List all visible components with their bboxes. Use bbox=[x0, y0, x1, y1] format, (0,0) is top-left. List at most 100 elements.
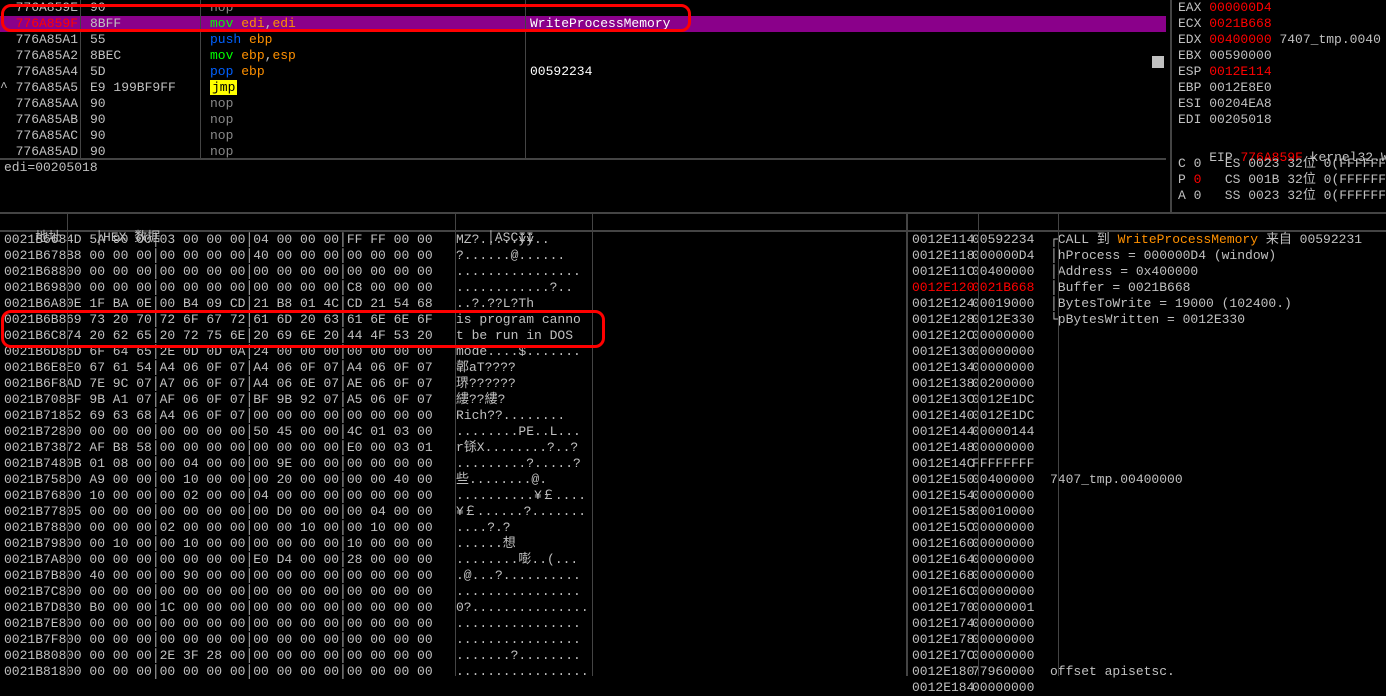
hexdump-row[interactable]: 0021B758D0 A9 00 00│00 10 00 00│00 20 00… bbox=[0, 472, 906, 488]
stack-row[interactable]: 0012E12C00000000 bbox=[908, 328, 1386, 344]
stack-row[interactable]: 0012E15800010000 bbox=[908, 504, 1386, 520]
hex-bytes: 69 73 20 70│72 6F 67 72│61 6D 20 63│61 6… bbox=[66, 312, 456, 328]
hexdump-row[interactable]: 0021B6E8E0 67 61 54│A4 06 0F 07│A4 06 0F… bbox=[0, 360, 906, 376]
stack-row[interactable]: 0012E1400012E1DC bbox=[908, 408, 1386, 424]
stack-addr: 0012E160 bbox=[908, 536, 972, 552]
stack-row[interactable]: 0012E13C0012E1DC bbox=[908, 392, 1386, 408]
hexdump-row[interactable]: 0021B7D830 B0 00 00│1C 00 00 00│00 00 00… bbox=[0, 600, 906, 616]
hexdump-row[interactable]: 0021B7A800 00 00 00│00 00 00 00│E0 D4 00… bbox=[0, 552, 906, 568]
stack-row[interactable]: 0012E16400000000 bbox=[908, 552, 1386, 568]
register-eip[interactable]: EIP 776A859F kernel32.Writ bbox=[1172, 134, 1386, 150]
hexdump-row[interactable]: 0021B72800 00 00 00│00 00 00 00│50 45 00… bbox=[0, 424, 906, 440]
hexdump-row[interactable]: 0021B78800 00 00 00│02 00 00 00│00 00 10… bbox=[0, 520, 906, 536]
hexdump-row[interactable]: 0021B7F800 00 00 00│00 00 00 00│00 00 00… bbox=[0, 632, 906, 648]
hexdump-row[interactable]: 0021B76800 10 00 00│00 02 00 00│04 00 00… bbox=[0, 488, 906, 504]
stack-addr: 0012E16C bbox=[908, 584, 972, 600]
stack-row[interactable]: 0012E118000000D4│hProcess = 000000D4 (wi… bbox=[908, 248, 1386, 264]
disasm-row[interactable]: 776A859E90nop bbox=[0, 0, 1166, 16]
hex-bytes: 6D 6F 64 65│2E 0D 0D 0A│24 00 00 00│00 0… bbox=[66, 344, 456, 360]
hexdump-row[interactable]: 0021B77805 00 00 00│00 00 00 00│00 D0 00… bbox=[0, 504, 906, 520]
disasm-row[interactable]: 776A85AD90nop bbox=[0, 144, 1166, 160]
hexdump-row[interactable]: 0021B7E800 00 00 00│00 00 00 00│00 00 00… bbox=[0, 616, 906, 632]
stack-row[interactable]: 0012E12400019000│BytesToWrite = 19000 (1… bbox=[908, 296, 1386, 312]
hexdump-row[interactable]: 0021B71852 69 63 68│A4 06 0F 07│00 00 00… bbox=[0, 408, 906, 424]
stack-row[interactable]: 0012E17400000000 bbox=[908, 616, 1386, 632]
hexdump-row[interactable]: 0021B7480B 01 08 00│00 04 00 00│00 9E 00… bbox=[0, 456, 906, 472]
hex-addr: 0021B708 bbox=[4, 392, 66, 408]
hexdump-pane[interactable]: 地址│HEX 数据│ASCII 0021B6684D 5A 90 00│03 0… bbox=[0, 212, 906, 676]
stack-value: 00000000 bbox=[972, 328, 1050, 344]
stack-row[interactable]: 0012E15400000000 bbox=[908, 488, 1386, 504]
stack-row[interactable]: 0012E11400592234┌CALL 到 WriteProcessMemo… bbox=[908, 232, 1386, 248]
stack-row[interactable]: 0012E11C00400000│Address = 0x400000 bbox=[908, 264, 1386, 280]
cpu-flag-row[interactable]: A 0 SS 0023 32位 0(FFFFFF bbox=[1172, 188, 1386, 204]
stack-row[interactable]: 0012E1200021B668│Buffer = 0021B668 bbox=[908, 280, 1386, 296]
disassembly-pane[interactable]: 776A859E90nop 776A859F8BFFmov edi,ediWri… bbox=[0, 0, 1166, 160]
hexdump-row[interactable]: 0021B678B8 00 00 00│00 00 00 00│40 00 00… bbox=[0, 248, 906, 264]
hex-addr: 0021B818 bbox=[4, 664, 66, 680]
disasm-row[interactable]: 776A85AB90nop bbox=[0, 112, 1166, 128]
hexdump-row[interactable]: 0021B69800 00 00 00│00 00 00 00│00 00 00… bbox=[0, 280, 906, 296]
disasm-addr: 776A859E bbox=[0, 0, 90, 16]
cpu-flag-row[interactable]: C 0 ES 0023 32位 0(FFFFFF bbox=[1172, 156, 1386, 172]
hexdump-row[interactable]: 0021B6F8AD 7E 9C 07│A7 06 0F 07│A4 06 0E… bbox=[0, 376, 906, 392]
disasm-scrollbar[interactable] bbox=[1152, 0, 1164, 150]
register-ebp[interactable]: EBP 0012E8E0 bbox=[1172, 80, 1386, 96]
stack-row[interactable]: 0012E17C00000000 bbox=[908, 648, 1386, 664]
stack-addr: 0012E17C bbox=[908, 648, 972, 664]
disasm-row[interactable]: 776A85AC90nop bbox=[0, 128, 1166, 144]
stack-row[interactable]: 0012E16800000000 bbox=[908, 568, 1386, 584]
register-ebx[interactable]: EBX 00590000 bbox=[1172, 48, 1386, 64]
cpu-flag-row[interactable]: P 0 CS 001B 32位 0(FFFFFF bbox=[1172, 172, 1386, 188]
registers-pane[interactable]: EAX 000000D4ECX 0021B668EDX 00400000 740… bbox=[1170, 0, 1386, 212]
register-eax[interactable]: EAX 000000D4 bbox=[1172, 0, 1386, 16]
hexdump-row[interactable]: 0021B80800 00 00 00│2E 3F 28 00│00 00 00… bbox=[0, 648, 906, 664]
disasm-instruction: nop bbox=[210, 128, 530, 144]
stack-row[interactable]: 0012E17800000000 bbox=[908, 632, 1386, 648]
hex-bytes: 0E 1F BA 0E│00 B4 09 CD│21 B8 01 4C│CD 2… bbox=[66, 296, 456, 312]
stack-value: 00000144 bbox=[972, 424, 1050, 440]
disasm-row[interactable]: ^ 776A85A5E9 199BF9FFjmp bbox=[0, 80, 1166, 96]
disasm-row[interactable]: 776A859F8BFFmov edi,ediWriteProcessMemor… bbox=[0, 16, 1166, 32]
hexdump-row[interactable]: 0021B79800 00 10 00│00 10 00 00│00 00 00… bbox=[0, 536, 906, 552]
disasm-bytes: 5D bbox=[90, 64, 210, 80]
stack-row[interactable]: 0012E150004000007407_tmp.00400000 bbox=[908, 472, 1386, 488]
disasm-row[interactable]: 776A85A45Dpop ebp00592234 bbox=[0, 64, 1166, 80]
stack-pane[interactable]: 0012E11400592234┌CALL 到 WriteProcessMemo… bbox=[906, 212, 1386, 676]
stack-row[interactable]: 0012E16000000000 bbox=[908, 536, 1386, 552]
stack-row[interactable]: 0012E15C00000000 bbox=[908, 520, 1386, 536]
hexdump-row[interactable]: 0021B708BF 9B A1 07│AF 06 0F 07│BF 9B 92… bbox=[0, 392, 906, 408]
hexdump-row[interactable]: 0021B6B869 73 20 70│72 6F 67 72│61 6D 20… bbox=[0, 312, 906, 328]
register-edi[interactable]: EDI 00205018 bbox=[1172, 112, 1386, 128]
stack-value: 00000001 bbox=[972, 600, 1050, 616]
stack-row[interactable]: 0012E14800000000 bbox=[908, 440, 1386, 456]
disasm-row[interactable]: 776A85AA90nop bbox=[0, 96, 1166, 112]
hexdump-row[interactable]: 0021B68800 00 00 00│00 00 00 00│00 00 00… bbox=[0, 264, 906, 280]
disasm-row[interactable]: 776A85A155push ebp bbox=[0, 32, 1166, 48]
stack-value: 00000000 bbox=[972, 520, 1050, 536]
stack-row[interactable]: 0012E18077960000offset apisetsc. bbox=[908, 664, 1386, 680]
hexdump-row[interactable]: 0021B81800 00 00 00│00 00 00 00│00 00 00… bbox=[0, 664, 906, 680]
stack-row[interactable]: 0012E18400000000 bbox=[908, 680, 1386, 696]
stack-row[interactable]: 0012E16C00000000 bbox=[908, 584, 1386, 600]
register-esi[interactable]: ESI 00204EA8 bbox=[1172, 96, 1386, 112]
stack-row[interactable]: 0012E17000000001 bbox=[908, 600, 1386, 616]
hexdump-row[interactable]: 0021B73872 AF B8 58│00 00 00 00│00 00 00… bbox=[0, 440, 906, 456]
hexdump-row[interactable]: 0021B7C800 00 00 00│00 00 00 00│00 00 00… bbox=[0, 584, 906, 600]
register-ecx[interactable]: ECX 0021B668 bbox=[1172, 16, 1386, 32]
hexdump-row[interactable]: 0021B6684D 5A 90 00│03 00 00 00│04 00 00… bbox=[0, 232, 906, 248]
hexdump-row[interactable]: 0021B6D86D 6F 64 65│2E 0D 0D 0A│24 00 00… bbox=[0, 344, 906, 360]
hexdump-row[interactable]: 0021B6C874 20 62 65│20 72 75 6E│20 69 6E… bbox=[0, 328, 906, 344]
disasm-row[interactable]: 776A85A28BECmov ebp,esp bbox=[0, 48, 1166, 64]
stack-row[interactable]: 0012E13400000000 bbox=[908, 360, 1386, 376]
disasm-instruction: mov ebp,esp bbox=[210, 48, 530, 64]
stack-row[interactable]: 0012E1280012E330└pBytesWritten = 0012E33… bbox=[908, 312, 1386, 328]
stack-row[interactable]: 0012E14CFFFFFFFF bbox=[908, 456, 1386, 472]
stack-row[interactable]: 0012E13800200000 bbox=[908, 376, 1386, 392]
register-edx[interactable]: EDX 00400000 7407_tmp.0040 bbox=[1172, 32, 1386, 48]
hexdump-row[interactable]: 0021B7B800 40 00 00│00 90 00 00│00 00 00… bbox=[0, 568, 906, 584]
register-esp[interactable]: ESP 0012E114 bbox=[1172, 64, 1386, 80]
stack-row[interactable]: 0012E13000000000 bbox=[908, 344, 1386, 360]
hexdump-row[interactable]: 0021B6A80E 1F BA 0E│00 B4 09 CD│21 B8 01… bbox=[0, 296, 906, 312]
stack-row[interactable]: 0012E14400000144 bbox=[908, 424, 1386, 440]
